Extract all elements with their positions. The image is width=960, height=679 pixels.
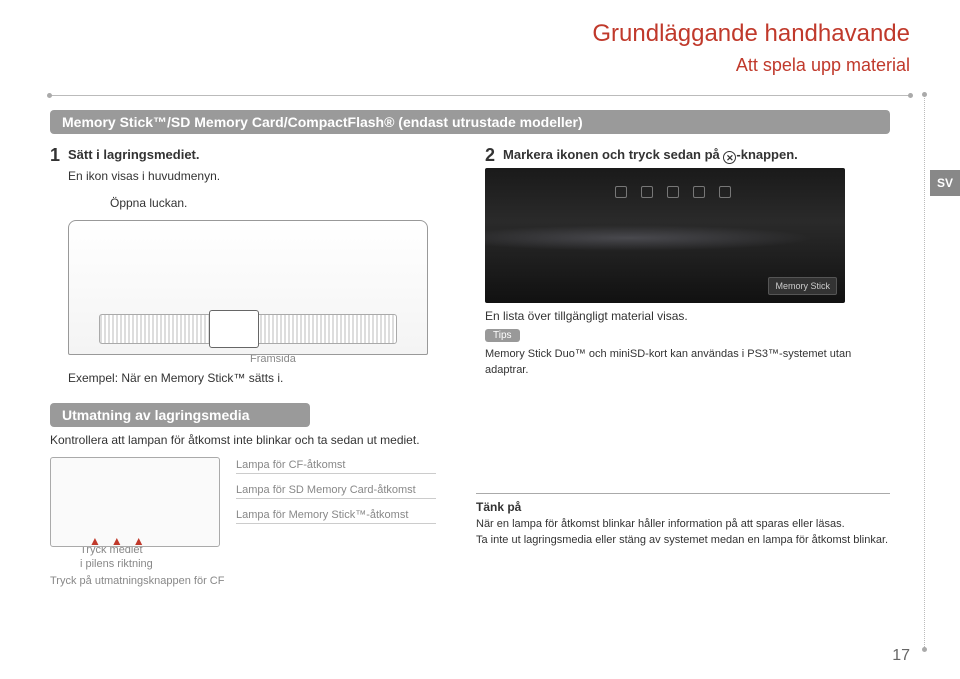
page-subsection-title: Att spela upp material — [736, 55, 910, 76]
step-1-sub1: En ikon visas i huvudmenyn. — [68, 168, 455, 185]
note-body-2: Ta inte ut lagringsmedia eller stäng av … — [476, 532, 890, 549]
section-heading-bar: Memory Stick™/SD Memory Card/CompactFlas… — [50, 110, 890, 134]
note-heading: Tänk på — [476, 493, 890, 516]
page-number: 17 — [892, 647, 910, 665]
ms-access-label: Lampa för Memory Stick™-åtkomst — [236, 509, 436, 524]
sd-access-label: Lampa för SD Memory Card-åtkomst — [236, 484, 436, 499]
step-2-caption: En lista över tillgängligt material visa… — [485, 309, 890, 323]
tips-text: Memory Stick Duo™ och miniSD-kort kan an… — [485, 347, 890, 378]
console-illustration — [68, 220, 428, 355]
screen-illustration: Memory Stick — [485, 168, 845, 303]
x-button-icon: ✕ — [723, 151, 736, 164]
page-section-title: Grundläggande handhavande — [592, 20, 910, 48]
step-2-number: 2 — [485, 146, 495, 164]
side-divider — [924, 95, 925, 649]
cf-access-label: Lampa för CF-åtkomst — [236, 459, 436, 474]
step-1-number: 1 — [50, 146, 60, 164]
language-tab: SV — [930, 170, 960, 196]
note-box: Tänk på När en lampa för åtkomst blinkar… — [476, 493, 890, 588]
step-1-title: Sätt i lagringsmediet. — [68, 146, 199, 164]
note-body-1: När en lampa för åtkomst blinkar håller … — [476, 516, 890, 533]
section-heading-bar-2: Utmatning av lagringsmedia — [50, 403, 310, 427]
cf-eject-label: Tryck på utmatningsknappen för CF — [50, 575, 436, 587]
step-2-title: Markera ikonen och tryck sedan på ✕-knap… — [503, 146, 798, 164]
step-1-sub2: Öppna luckan. — [110, 195, 455, 212]
step-1-column: 1 Sätt i lagringsmediet. En ikon visas i… — [50, 146, 455, 385]
tips-badge: Tips — [485, 329, 520, 342]
memory-stick-chip: Memory Stick — [768, 277, 837, 295]
indicator-block: ▲▲▲ Lampa för CF-åtkomst Lampa för SD Me… — [50, 457, 436, 547]
mini-console-illustration: ▲▲▲ — [50, 457, 220, 547]
step-2-column: 2 Markera ikonen och tryck sedan på ✕-kn… — [485, 146, 890, 385]
eject-instruction: Kontrollera att lampan för åtkomst inte … — [50, 433, 910, 447]
header-divider — [50, 95, 910, 96]
step-1-caption: Exempel: När en Memory Stick™ sätts i. — [68, 371, 455, 385]
